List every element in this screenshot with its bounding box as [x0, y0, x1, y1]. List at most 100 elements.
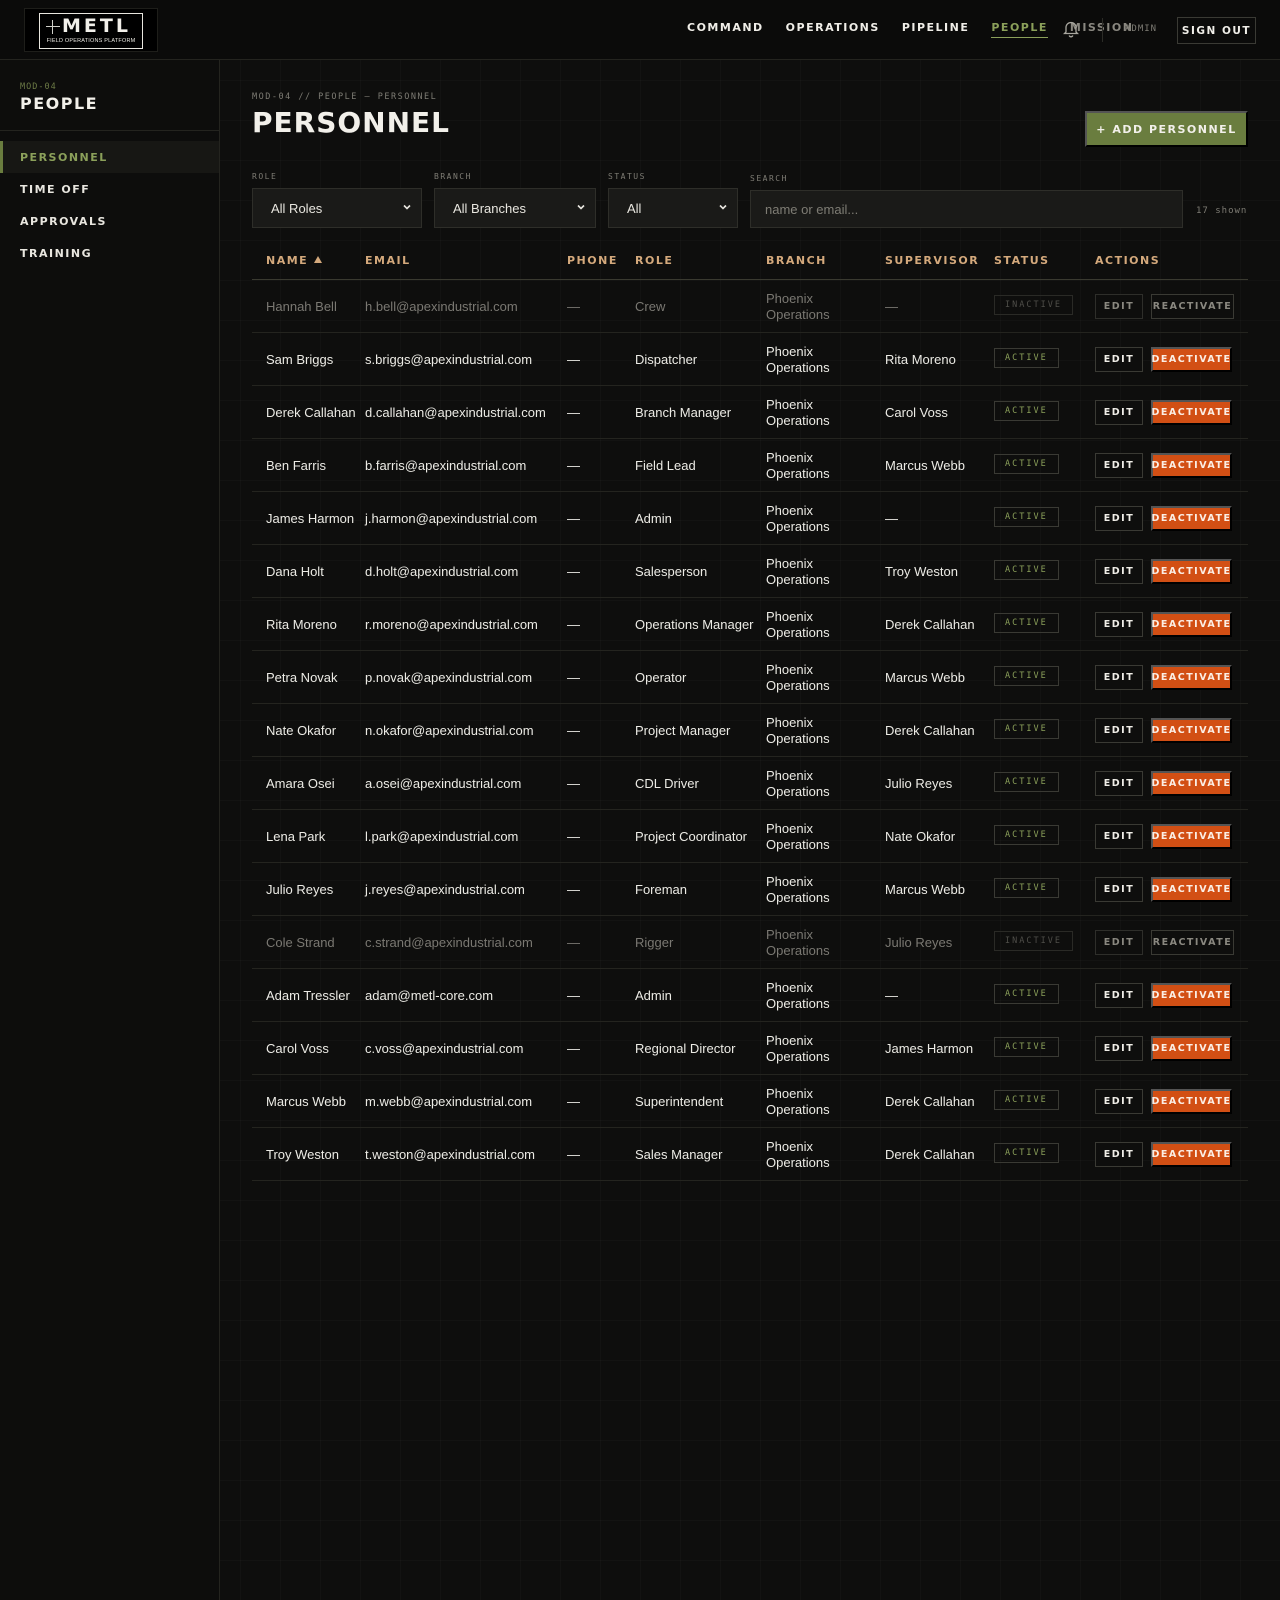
status-filter-value: All: [627, 200, 642, 216]
deactivate-button[interactable]: DEACTIVATE: [1151, 400, 1232, 425]
edit-button[interactable]: EDIT: [1095, 559, 1143, 584]
edit-button[interactable]: EDIT: [1095, 1036, 1143, 1061]
cell-branch: Phoenix Operations: [766, 396, 830, 428]
cell-supervisor: James Harmon: [885, 1040, 974, 1056]
nav-people[interactable]: PEOPLE: [991, 21, 1048, 38]
deactivate-button[interactable]: DEACTIVATE: [1151, 824, 1232, 849]
role-filter-select[interactable]: All Roles: [252, 188, 422, 228]
status-badge: ACTIVE: [994, 825, 1059, 845]
status-badge: ACTIVE: [994, 560, 1059, 580]
deactivate-button[interactable]: DEACTIVATE: [1151, 559, 1232, 584]
column-header-name[interactable]: NAME: [266, 254, 323, 267]
cell-role: Branch Manager: [635, 404, 732, 420]
logo-text: METL: [62, 15, 131, 37]
nav-operations[interactable]: OPERATIONS: [786, 21, 880, 38]
cell-name: Petra Novak: [266, 669, 338, 685]
cell-supervisor: Nate Okafor: [885, 828, 956, 844]
cell-branch: Phoenix Operations: [766, 979, 830, 1011]
cell-email: c.strand@apexindustrial.com: [365, 934, 533, 950]
cell-role: Crew: [635, 298, 666, 314]
deactivate-button[interactable]: DEACTIVATE: [1151, 983, 1232, 1008]
nav-command[interactable]: COMMAND: [687, 21, 764, 38]
column-header-status[interactable]: STATUS: [994, 254, 1050, 267]
cell-name: Troy Weston: [266, 1146, 339, 1162]
search-input[interactable]: [750, 190, 1183, 228]
deactivate-button[interactable]: DEACTIVATE: [1151, 612, 1232, 637]
edit-button[interactable]: EDIT: [1095, 824, 1143, 849]
status-badge: ACTIVE: [994, 719, 1059, 739]
edit-button[interactable]: EDIT: [1095, 1142, 1143, 1167]
edit-button[interactable]: EDIT: [1095, 506, 1143, 531]
reactivate-button[interactable]: REACTIVATE: [1151, 930, 1234, 955]
deactivate-button[interactable]: DEACTIVATE: [1151, 1036, 1232, 1061]
sidebar-item-training[interactable]: TRAINING: [0, 237, 219, 269]
status-badge: ACTIVE: [994, 984, 1059, 1004]
edit-button[interactable]: EDIT: [1095, 1089, 1143, 1114]
edit-button[interactable]: EDIT: [1095, 665, 1143, 690]
edit-button[interactable]: EDIT: [1095, 718, 1143, 743]
sign-out-button[interactable]: SIGN OUT: [1177, 17, 1256, 44]
cell-email: r.moreno@apexindustrial.com: [365, 616, 538, 632]
nav-pipeline[interactable]: PIPELINE: [902, 21, 970, 38]
sidebar-item-approvals[interactable]: APPROVALS: [0, 205, 219, 237]
deactivate-button[interactable]: DEACTIVATE: [1151, 877, 1232, 902]
cell-branch: Phoenix Operations: [766, 343, 830, 375]
bell-icon[interactable]: [1062, 20, 1080, 38]
edit-button[interactable]: EDIT: [1095, 347, 1143, 372]
column-header-email[interactable]: EMAIL: [365, 254, 411, 267]
deactivate-button[interactable]: DEACTIVATE: [1151, 347, 1232, 372]
nav-divider: [1102, 18, 1103, 42]
status-filter-select[interactable]: All: [608, 188, 738, 228]
cell-email: adam@metl-core.com: [365, 987, 494, 1003]
cell-role: Salesperson: [635, 563, 708, 579]
sidebar-item-time-off[interactable]: TIME OFF: [0, 173, 219, 205]
column-header-branch[interactable]: BRANCH: [766, 254, 827, 267]
cell-role: Regional Director: [635, 1040, 736, 1056]
table-row: Rita Moreno r.moreno@apexindustrial.com — O…: [252, 598, 1248, 651]
cell-name: Nate Okafor: [266, 722, 337, 738]
cell-branch: Phoenix Operations: [766, 820, 830, 852]
sidebar: MOD-04 PEOPLE PERSONNEL TIME OFF APPROVA…: [0, 60, 220, 1600]
deactivate-button[interactable]: DEACTIVATE: [1151, 453, 1232, 478]
logo-frame: METL FIELD OPERATIONS PLATFORM: [39, 13, 143, 49]
top-bar: METL FIELD OPERATIONS PLATFORM COMMAND O…: [0, 0, 1280, 60]
module-code: MOD-04: [20, 82, 57, 92]
edit-button[interactable]: EDIT: [1095, 400, 1143, 425]
cell-supervisor: Julio Reyes: [885, 775, 953, 791]
branch-filter-select[interactable]: All Branches: [434, 188, 596, 228]
edit-button[interactable]: EDIT: [1095, 930, 1143, 955]
deactivate-button[interactable]: DEACTIVATE: [1151, 506, 1232, 531]
edit-button[interactable]: EDIT: [1095, 612, 1143, 637]
cell-email: h.bell@apexindustrial.com: [365, 298, 518, 314]
table-row: James Harmon j.harmon@apexindustrial.com —…: [252, 492, 1248, 545]
column-header-phone[interactable]: PHONE: [567, 254, 618, 267]
cell-phone: —: [567, 404, 580, 420]
cell-name: Derek Callahan: [266, 404, 356, 420]
app-logo[interactable]: METL FIELD OPERATIONS PLATFORM: [24, 8, 158, 52]
sidebar-item-personnel[interactable]: PERSONNEL: [0, 141, 219, 173]
deactivate-button[interactable]: DEACTIVATE: [1151, 1089, 1232, 1114]
status-badge: ACTIVE: [994, 348, 1059, 368]
cell-supervisor: —: [885, 510, 898, 526]
edit-button[interactable]: EDIT: [1095, 983, 1143, 1008]
cell-name: James Harmon: [266, 510, 355, 526]
user-role-label: ADMIN: [1125, 24, 1158, 34]
column-header-role[interactable]: ROLE: [635, 254, 673, 267]
edit-button[interactable]: EDIT: [1095, 453, 1143, 478]
column-header-supervisor[interactable]: SUPERVISOR: [885, 254, 979, 267]
add-personnel-button[interactable]: + ADD PERSONNEL: [1085, 111, 1248, 147]
deactivate-button[interactable]: DEACTIVATE: [1151, 718, 1232, 743]
edit-button[interactable]: EDIT: [1095, 771, 1143, 796]
deactivate-button[interactable]: DEACTIVATE: [1151, 771, 1232, 796]
edit-button[interactable]: EDIT: [1095, 877, 1143, 902]
table-row: Carol Voss c.voss@apexindustrial.com — Regi…: [252, 1022, 1248, 1075]
page-title: PERSONNEL: [252, 106, 451, 139]
cell-supervisor: Derek Callahan: [885, 1146, 975, 1162]
cell-supervisor: Troy Weston: [885, 563, 958, 579]
deactivate-button[interactable]: DEACTIVATE: [1151, 665, 1232, 690]
chevron-down-icon: [719, 204, 727, 210]
role-filter-label: ROLE: [252, 172, 278, 181]
deactivate-button[interactable]: DEACTIVATE: [1151, 1142, 1232, 1167]
edit-button[interactable]: EDIT: [1095, 294, 1143, 319]
reactivate-button[interactable]: REACTIVATE: [1151, 294, 1234, 319]
